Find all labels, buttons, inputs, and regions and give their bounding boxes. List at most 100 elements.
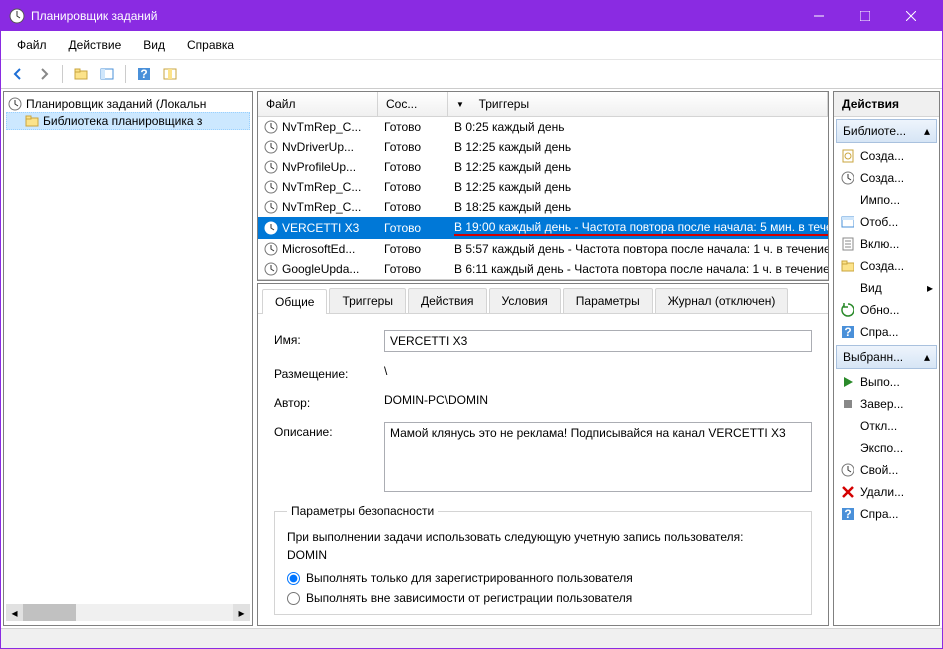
action-item[interactable]: Откл...: [834, 415, 939, 437]
task-trigger: В 12:25 каждый день: [448, 177, 828, 197]
action-label: Созда...: [860, 149, 904, 163]
task-state: Готово: [378, 239, 448, 259]
tree-scroll-thumb[interactable]: [23, 604, 76, 621]
tree-root[interactable]: Планировщик заданий (Локальн: [6, 96, 250, 112]
table-row[interactable]: NvTmRep_C...ГотовоВ 12:25 каждый день: [258, 177, 828, 197]
table-row[interactable]: NvDriverUp...ГотовоВ 12:25 каждый день: [258, 137, 828, 157]
task-name: MicrosoftEd...: [282, 242, 355, 256]
header-file[interactable]: Файл: [258, 92, 378, 116]
chevron-right-icon: ▸: [927, 281, 933, 295]
radio-any[interactable]: Выполнять вне зависимости от регистрации…: [287, 588, 799, 608]
action-item[interactable]: Свой...: [834, 459, 939, 481]
action-label: Импо...: [860, 193, 900, 207]
action-icon: [840, 485, 854, 499]
clock-icon: [264, 180, 278, 194]
task-name: NvProfileUp...: [282, 160, 356, 174]
toolbar-split-button[interactable]: [159, 63, 181, 85]
action-item[interactable]: Обно...: [834, 299, 939, 321]
close-button[interactable]: [888, 1, 934, 31]
actions-section-selected[interactable]: Выбранн... ▴: [836, 345, 937, 369]
task-state: Готово: [378, 218, 448, 238]
action-icon: ?: [840, 507, 854, 521]
tree-scroll-left[interactable]: ◂: [6, 604, 23, 621]
action-icon: [840, 237, 854, 251]
action-icon: [840, 441, 854, 455]
action-item[interactable]: Завер...: [834, 393, 939, 415]
task-state: Готово: [378, 137, 448, 157]
tree-scroll-right[interactable]: ▸: [233, 604, 250, 621]
menu-file[interactable]: Файл: [7, 34, 57, 56]
table-row[interactable]: NvTmRep_C...ГотовоВ 0:25 каждый день: [258, 117, 828, 137]
toolbar-help-button[interactable]: ?: [133, 63, 155, 85]
list-scroll-thumb[interactable]: [275, 280, 489, 281]
header-state[interactable]: Сос...: [378, 92, 448, 116]
security-user: DOMIN: [287, 546, 799, 568]
name-field[interactable]: VERCETTI X3: [384, 330, 812, 352]
tree-library[interactable]: Библиотека планировщика з: [6, 112, 250, 130]
action-item[interactable]: Отоб...: [834, 211, 939, 233]
author-value: DOMIN-PC\DOMIN: [384, 393, 488, 407]
clock-icon: [264, 221, 278, 235]
toolbar-panel-button[interactable]: [96, 63, 118, 85]
minimize-button[interactable]: [796, 1, 842, 31]
menu-action[interactable]: Действие: [59, 34, 132, 56]
author-label: Автор:: [274, 393, 384, 410]
actions-section-library[interactable]: Библиоте... ▴: [836, 119, 937, 143]
actions-pane: Действия Библиоте... ▴ Созда...Созда...И…: [833, 91, 940, 626]
table-row[interactable]: MicrosoftEd...ГотовоВ 5:57 каждый день -…: [258, 239, 828, 259]
action-item[interactable]: Созда...: [834, 167, 939, 189]
menu-view[interactable]: Вид: [133, 34, 175, 56]
toolbar: ?: [1, 60, 942, 89]
table-row[interactable]: VERCETTI X3ГотовоВ 19:00 каждый день - Ч…: [258, 217, 828, 239]
action-item[interactable]: Вклю...: [834, 233, 939, 255]
menu-help[interactable]: Справка: [177, 34, 244, 56]
tab-actions[interactable]: Действия: [408, 288, 487, 313]
table-row[interactable]: NvProfileUp... ГотовоВ 12:25 каждый день: [258, 157, 828, 177]
list-scroll-right[interactable]: ▸: [811, 280, 828, 281]
tab-general[interactable]: Общие: [262, 289, 327, 314]
action-label: Удали...: [860, 485, 904, 499]
action-item[interactable]: ? Спра...: [834, 503, 939, 525]
tab-history[interactable]: Журнал (отключен): [655, 288, 789, 313]
action-item[interactable]: Вид▸: [834, 277, 939, 299]
maximize-button[interactable]: [842, 1, 888, 31]
clock-icon: [264, 120, 278, 134]
back-button[interactable]: [7, 63, 29, 85]
task-name: NvTmRep_C...: [282, 120, 361, 134]
action-label: Отоб...: [860, 215, 898, 229]
action-icon: [840, 171, 854, 185]
toolbar-folder-button[interactable]: [70, 63, 92, 85]
action-item[interactable]: ?Спра...: [834, 321, 939, 343]
tree-pane[interactable]: Планировщик заданий (Локальн Библиотека …: [3, 91, 253, 626]
task-trigger: В 12:25 каждый день: [448, 157, 828, 177]
desc-label: Описание:: [274, 422, 384, 439]
action-item[interactable]: Экспо...: [834, 437, 939, 459]
list-scroll-left[interactable]: ◂: [258, 280, 275, 281]
task-list[interactable]: Файл Сос... ▼ Триггеры NvTmRep_C...Готов…: [257, 91, 829, 281]
action-icon: [840, 281, 854, 295]
task-state: Готово: [378, 157, 448, 177]
radio-logged-input[interactable]: [287, 572, 300, 585]
tab-conditions[interactable]: Условия: [489, 288, 561, 313]
task-state: Готово: [378, 117, 448, 137]
forward-button[interactable]: [33, 63, 55, 85]
action-label: Экспо...: [860, 441, 903, 455]
header-triggers[interactable]: ▼ Триггеры: [448, 92, 828, 116]
radio-any-input[interactable]: [287, 592, 300, 605]
desc-field[interactable]: Мамой клянусь это не реклама! Подписывай…: [384, 422, 812, 492]
action-item[interactable]: Созда...: [834, 145, 939, 167]
action-item[interactable]: Удали...: [834, 481, 939, 503]
table-row[interactable]: NvTmRep_C...ГотовоВ 18:25 каждый день: [258, 197, 828, 217]
action-item[interactable]: Импо...: [834, 189, 939, 211]
action-item[interactable]: Выпо...: [834, 371, 939, 393]
tab-settings[interactable]: Параметры: [563, 288, 653, 313]
action-label: Обно...: [860, 303, 900, 317]
action-label: Спра...: [860, 507, 899, 521]
table-row[interactable]: GoogleUpda...ГотовоВ 6:11 каждый день - …: [258, 259, 828, 279]
radio-logged-only[interactable]: Выполнять только для зарегистрированного…: [287, 568, 799, 588]
name-label: Имя:: [274, 330, 384, 347]
action-icon: [840, 193, 854, 207]
action-item[interactable]: Созда...: [834, 255, 939, 277]
tab-triggers[interactable]: Триггеры: [329, 288, 406, 313]
menubar: Файл Действие Вид Справка: [1, 31, 942, 60]
